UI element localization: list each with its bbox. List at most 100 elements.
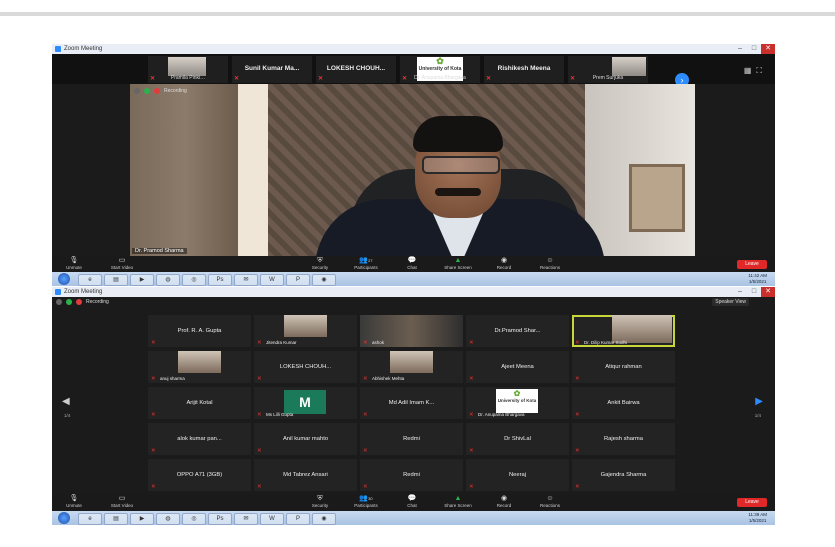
participant-tile[interactable]: OPPO A71 (3GB) ✕ — [148, 459, 251, 491]
word-icon[interactable]: W — [260, 513, 284, 525]
muted-mic-icon: ✕ — [575, 484, 580, 490]
participant-tile[interactable]: Anil kumar mahto ✕ — [254, 423, 357, 455]
muted-mic-icon: ✕ — [257, 412, 262, 418]
mail-icon[interactable]: ✉ — [234, 513, 258, 525]
muted-mic-icon: ✕ — [469, 448, 474, 454]
record-button[interactable]: ◉ Record — [486, 495, 522, 508]
meeting-toolbar: 🎙 Unmute ▭ Start Video ⛨ Security 👥27 Partic… — [52, 256, 775, 272]
strip-tile[interactable]: Prem Surjuka ✕ — [568, 56, 648, 83]
chat-button[interactable]: 💬 Chat — [394, 257, 430, 270]
speaker-view-toggle[interactable]: Speaker View — [712, 298, 749, 306]
powerpoint-icon[interactable]: P — [286, 513, 310, 525]
start-video-button[interactable]: ▭ Start Video — [104, 257, 140, 270]
start-video-button[interactable]: ▭ Start Video — [104, 495, 140, 508]
share-screen-button[interactable]: ▲ Share Screen — [440, 495, 476, 508]
windows-start-icon[interactable] — [58, 273, 70, 285]
participants-button[interactable]: 👥30 Participants — [348, 495, 384, 508]
participant-tile[interactable]: Redmi ✕ — [360, 459, 463, 491]
previous-page-arrow-icon[interactable]: ◀ — [62, 397, 70, 407]
participant-tile[interactable]: Neeraj ✕ — [466, 459, 569, 491]
media-player-icon[interactable]: ▶ — [130, 513, 154, 525]
info-icon — [134, 88, 140, 94]
record-dot-icon — [154, 88, 160, 94]
participant-tile[interactable]: Redmi ✕ — [360, 423, 463, 455]
firefox-icon[interactable]: ◍ — [156, 274, 180, 286]
participants-button[interactable]: 👥27 Participants — [348, 257, 384, 270]
photoshop-icon[interactable]: Ps — [208, 513, 232, 525]
strip-tile[interactable]: Rishikesh Meena ✕ — [484, 56, 564, 83]
chat-button[interactable]: 💬 Chat — [394, 495, 430, 508]
participant-tile[interactable]: anuj sharma ✕ — [148, 351, 251, 383]
participant-tile[interactable]: Md Adil Imam K... ✕ — [360, 387, 463, 419]
participant-tile[interactable]: Prof. R. A. Gupta ✕ — [148, 315, 251, 347]
close-button[interactable]: ✕ — [761, 287, 775, 297]
firefox-icon[interactable]: ◍ — [156, 513, 180, 525]
participant-tile[interactable]: Atiqur rahman ✕ — [572, 351, 675, 383]
muted-mic-icon: ✕ — [575, 340, 580, 346]
participant-tile[interactable]: Dr ShivLal ✕ — [466, 423, 569, 455]
participant-tile[interactable]: alok kumar pan... ✕ — [148, 423, 251, 455]
photoshop-icon[interactable]: Ps — [208, 274, 232, 286]
chrome-icon[interactable]: ◎ — [182, 274, 206, 286]
participant-tile[interactable]: Ajeet Meena ✕ — [466, 351, 569, 383]
powerpoint-icon[interactable]: P — [286, 274, 310, 286]
info-icon — [56, 299, 62, 305]
participant-tile[interactable]: Abhishek Mehta ✕ — [360, 351, 463, 383]
view-options-icon[interactable]: ▦⛶ — [744, 66, 767, 76]
folder-icon[interactable]: ▤ — [104, 513, 128, 525]
windows-start-icon[interactable] — [58, 512, 70, 524]
media-player-icon[interactable]: ▶ — [130, 274, 154, 286]
reactions-button[interactable]: ☺ Reactions — [532, 257, 568, 270]
leave-button[interactable]: Leave — [737, 498, 767, 507]
window-title: Zoom Meeting — [64, 289, 103, 295]
participant-video — [612, 57, 646, 76]
minimize-button[interactable]: – — [733, 44, 747, 54]
folder-icon[interactable]: ▤ — [104, 274, 128, 286]
participant-tile[interactable]: LOKESH CHOUH... ✕ — [254, 351, 357, 383]
reactions-button[interactable]: ☺ Reactions — [532, 495, 568, 508]
record-icon: ◉ — [500, 257, 508, 264]
maximize-button[interactable]: □ — [747, 44, 761, 54]
participant-tile-active-speaker[interactable]: Dr. Dilip Kumar Sodhi ✕ — [572, 315, 675, 347]
zoom-taskbar-icon[interactable]: ◉ — [312, 513, 336, 525]
next-page-arrow-icon[interactable]: ▶ — [755, 397, 763, 407]
strip-tile[interactable]: Sunil Kumar Ma... ✕ — [232, 56, 312, 83]
chrome-icon[interactable]: ◎ — [182, 513, 206, 525]
window-titlebar: Zoom Meeting – □ ✕ — [52, 44, 775, 54]
ie-icon[interactable]: e — [78, 513, 102, 525]
unmute-button[interactable]: 🎙 Unmute — [56, 257, 92, 270]
leave-button[interactable]: Leave — [737, 260, 767, 269]
share-screen-button[interactable]: ▲ Share Screen — [440, 257, 476, 270]
windows-taskbar: e ▤ ▶ ◍ ◎ Ps ✉ W P ◉ 11:39 AM 1/5/2021 — [52, 511, 775, 525]
participant-tile[interactable]: Dr.Pramod Shar... ✕ — [466, 315, 569, 347]
participant-tile[interactable]: ashok ✕ — [360, 315, 463, 347]
participant-tile[interactable]: Jitendra Kumar ✕ — [254, 315, 357, 347]
muted-mic-icon: ✕ — [151, 340, 156, 346]
record-button[interactable]: ◉ Record — [486, 257, 522, 270]
unmute-button[interactable]: 🎙 Unmute — [56, 495, 92, 508]
muted-mic-icon: ✕ — [257, 340, 262, 346]
strip-tile[interactable]: ✿ University of Kota Dr. Anupama Bhargava… — [400, 56, 480, 83]
close-button[interactable]: ✕ — [761, 44, 775, 54]
word-icon[interactable]: W — [260, 274, 284, 286]
participant-name: Rishikesh Meena — [497, 65, 551, 72]
minimize-button[interactable]: – — [733, 287, 747, 297]
participant-tile[interactable]: Rajesh sharma ✕ — [572, 423, 675, 455]
participant-tile[interactable]: Ankit Bairwa ✕ — [572, 387, 675, 419]
mail-icon[interactable]: ✉ — [234, 274, 258, 286]
security-button[interactable]: ⛨ Security — [302, 257, 338, 270]
muted-mic-icon: ✕ — [469, 484, 474, 490]
strip-tile[interactable]: Pramila Pinki… ✕ — [148, 56, 228, 83]
participant-tile[interactable]: ✿ University of Kota Dr. Anupama Bhargava ✕ — [466, 387, 569, 419]
security-button[interactable]: ⛨ Security — [302, 495, 338, 508]
zoom-taskbar-icon[interactable]: ◉ — [312, 274, 336, 286]
reactions-icon: ☺ — [546, 495, 554, 502]
ie-icon[interactable]: e — [78, 274, 102, 286]
participant-tile[interactable]: M Ms Lilli Gupta ✕ — [254, 387, 357, 419]
maximize-button[interactable]: □ — [747, 287, 761, 297]
system-clock: 11:39 AM 1/5/2021 — [748, 512, 767, 523]
participant-tile[interactable]: Arijit Kotal ✕ — [148, 387, 251, 419]
participant-tile[interactable]: Gajendra Sharma ✕ — [572, 459, 675, 491]
participant-tile[interactable]: Md Tabrez Ansari ✕ — [254, 459, 357, 491]
strip-tile[interactable]: LOKESH CHOUH... ✕ — [316, 56, 396, 83]
